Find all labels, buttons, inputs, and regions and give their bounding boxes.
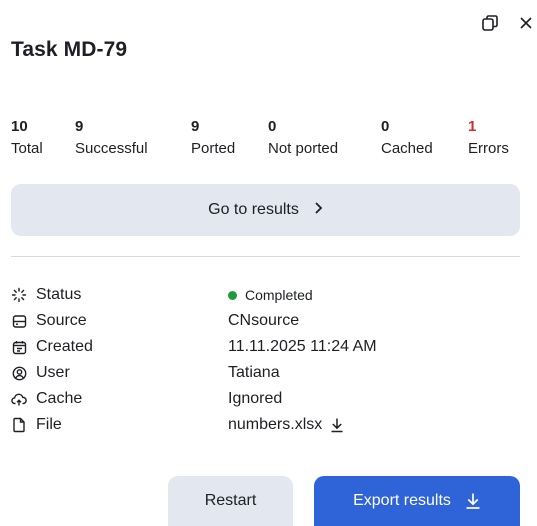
stat-value: 10 <box>11 118 28 135</box>
cloud-icon <box>11 391 27 407</box>
download-icon[interactable] <box>330 417 344 433</box>
detail-label: Cache <box>36 390 83 407</box>
chevron-right-icon <box>313 201 323 220</box>
stat-value: 9 <box>75 118 84 135</box>
window-controls <box>479 12 537 34</box>
detail-row-user: User Tatiana <box>11 360 520 386</box>
source-value: CNsource <box>228 312 300 329</box>
export-results-button[interactable]: Export results <box>314 476 520 526</box>
go-to-results-button[interactable]: Go to results <box>11 184 520 236</box>
detail-label: File <box>36 416 62 433</box>
stat-value: 0 <box>268 118 277 135</box>
download-icon <box>465 492 481 510</box>
detail-label: Status <box>36 286 82 303</box>
divider <box>11 256 520 257</box>
stat-label: Successful <box>75 140 148 157</box>
detail-row-source: Source CNsource <box>11 308 520 334</box>
copy-icon[interactable] <box>479 12 501 34</box>
file-link[interactable]: numbers.xlsx <box>228 416 322 434</box>
status-dot <box>228 290 237 300</box>
restart-label: Restart <box>204 492 257 509</box>
stat-errors: 1 Errors <box>468 118 509 159</box>
stat-not-ported: 0 Not ported <box>268 118 338 159</box>
stat-cached: 0 Cached <box>381 118 433 159</box>
detail-row-file: File numbers.xlsx <box>11 412 520 438</box>
source-icon <box>11 313 27 329</box>
created-value: 11.11.2025 11:24 AM <box>228 338 377 355</box>
calendar-icon <box>11 339 27 355</box>
status-value: Completed <box>245 287 313 303</box>
cache-value: Ignored <box>228 390 283 407</box>
stat-value: 1 <box>468 118 477 135</box>
stat-value: 0 <box>381 118 390 135</box>
stat-successful: 9 Successful <box>75 118 148 159</box>
stat-label: Total <box>11 140 43 157</box>
stat-label: Not ported <box>268 140 339 157</box>
detail-row-status: Status Completed <box>11 282 520 308</box>
page-title: Task MD-79 <box>11 38 128 61</box>
restart-button[interactable]: Restart <box>168 476 293 526</box>
stat-label: Cached <box>381 140 433 157</box>
detail-row-created: Created 11.11.2025 11:24 AM <box>11 334 520 360</box>
stat-ported: 9 Ported <box>191 118 235 159</box>
user-icon <box>11 365 27 381</box>
file-icon <box>11 417 27 433</box>
stat-label: Errors <box>468 140 509 157</box>
spinner-icon <box>11 287 27 303</box>
detail-label: User <box>36 364 70 381</box>
stat-label: Ported <box>191 140 236 157</box>
detail-label: Source <box>36 312 87 329</box>
user-value: Tatiana <box>228 364 280 381</box>
go-to-results-label: Go to results <box>208 201 299 218</box>
stat-value: 9 <box>191 118 200 135</box>
detail-label: Created <box>36 338 93 355</box>
stat-total: 10 Total <box>11 118 43 159</box>
task-details: Status Completed Source CNsource Created… <box>11 282 520 438</box>
detail-row-cache: Cache Ignored <box>11 386 520 412</box>
close-icon[interactable] <box>515 12 537 34</box>
stats-summary: 10 Total 9 Successful 9 Ported 0 Not por… <box>11 118 537 162</box>
export-results-label: Export results <box>353 492 451 509</box>
